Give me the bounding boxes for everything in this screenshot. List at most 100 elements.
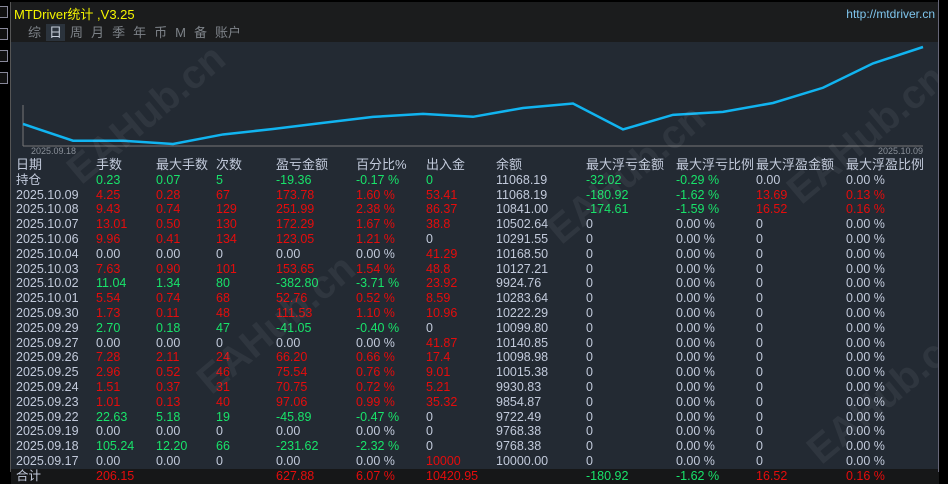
tab-9[interactable]: 账户: [212, 24, 244, 41]
website-link[interactable]: http://mtdriver.cn: [846, 7, 935, 21]
balance-chart: 2025.09.182025.10.09: [11, 42, 939, 158]
cell-11: 0.00 %: [846, 439, 885, 454]
table-row: 2025.09.241.510.373170.750.72 %5.219930.…: [11, 380, 939, 395]
cell-11: 0.00 %: [846, 306, 885, 321]
cell-8: -32.02: [586, 173, 621, 188]
cell-5: -3.71 %: [356, 276, 399, 291]
cell-5: 0.00 %: [356, 336, 395, 351]
cell-3: 68: [216, 291, 230, 306]
cell-3: 130: [216, 217, 237, 232]
table-row: 2025.10.0713.010.50130172.291.67 %38.810…: [11, 217, 939, 232]
cell-5: 0.52 %: [356, 291, 395, 306]
cell-1: 22.63: [96, 410, 127, 425]
cell-1: 13.01: [96, 217, 127, 232]
table-row: 2025.10.0211.041.3480-382.80-3.71 %23.92…: [11, 276, 939, 291]
cell-10: 0: [756, 262, 763, 277]
cell-0: 2025.09.17: [16, 454, 79, 469]
cell-6: 0: [426, 321, 433, 336]
cell-1: 4.25: [96, 188, 120, 203]
table-row: 2025.09.292.700.1847-41.05-0.40 %010099.…: [11, 321, 939, 336]
cell-7: 10099.80: [496, 321, 548, 336]
table-row: 2025.10.089.430.74129251.992.38 %86.3710…: [11, 202, 939, 217]
cell-9: 0.00 %: [676, 291, 715, 306]
cell-1: 7.28: [96, 350, 120, 365]
cell-3: 24: [216, 350, 230, 365]
cell-8: 0: [586, 380, 593, 395]
cell-11: 0.00 %: [846, 350, 885, 365]
cell-1: 手数: [96, 158, 122, 173]
cell-3: 0: [216, 336, 223, 351]
cell-7: 10291.55: [496, 232, 548, 247]
cell-6: 41.87: [426, 336, 457, 351]
cell-2: 2.11: [156, 350, 179, 365]
cell-3: 48: [216, 306, 230, 321]
tab-3[interactable]: 月: [88, 24, 107, 41]
cell-5: 0.99 %: [356, 395, 395, 410]
cell-6: 出入金: [426, 158, 465, 173]
cell-5: 1.60 %: [356, 188, 395, 203]
cell-4: 0.00: [276, 424, 300, 439]
indicator-icon[interactable]: [0, 72, 8, 84]
tab-1[interactable]: 日: [46, 24, 65, 41]
cell-4: -41.05: [276, 321, 311, 336]
cell-10: 0: [756, 454, 763, 469]
cell-4: 172.29: [276, 217, 314, 232]
cell-5: 0.00 %: [356, 424, 395, 439]
cell-5: 百分比%: [356, 158, 407, 173]
cell-8: 0: [586, 439, 593, 454]
stats-table: 日期手数最大手数次数盈亏金额百分比%出入金余额最大浮亏金额最大浮亏比例最大浮盈金…: [11, 158, 939, 484]
cell-8: 0: [586, 232, 593, 247]
cell-10: 0: [756, 410, 763, 425]
cell-0: 2025.10.07: [16, 217, 79, 232]
cell-2: 0.52: [156, 365, 180, 380]
cell-4: -19.36: [276, 173, 311, 188]
cell-7: 10168.50: [496, 247, 548, 262]
cell-5: 1.54 %: [356, 262, 395, 277]
cell-1: 0.00: [96, 424, 120, 439]
tab-4[interactable]: 季: [109, 24, 128, 41]
tab-0[interactable]: 综: [25, 24, 44, 41]
cell-8: 0: [586, 247, 593, 262]
cell-7: 10140.85: [496, 336, 548, 351]
minimize-icon[interactable]: [0, 6, 8, 18]
table-row: 2025.09.301.730.1148111.531.10 %10.96102…: [11, 306, 939, 321]
tab-7[interactable]: M: [172, 24, 189, 41]
chart-icon[interactable]: [0, 50, 8, 62]
total-row: 合计206.15627.886.07 %10420.95-180.92-1.62…: [11, 469, 939, 484]
x-start-label: 2025.09.18: [31, 146, 76, 156]
tab-5[interactable]: 年: [130, 24, 149, 41]
cell-10: 0: [756, 439, 763, 454]
cell-4: 75.54: [276, 365, 307, 380]
cell-6: 5.21: [426, 380, 450, 395]
tab-8[interactable]: 备: [191, 24, 210, 41]
cell-0: 2025.10.01: [16, 291, 79, 306]
cell-1: 9.96: [96, 232, 120, 247]
cell-10: 0: [756, 395, 763, 410]
settings-icon[interactable]: [0, 28, 8, 40]
cell-9: -1.62 %: [676, 469, 719, 484]
cell-9: 0.00 %: [676, 350, 715, 365]
cell-0: 2025.09.30: [16, 306, 79, 321]
cell-9: 0.00 %: [676, 336, 715, 351]
cell-7: 9768.38: [496, 424, 541, 439]
cell-4: 153.65: [276, 262, 314, 277]
tab-2[interactable]: 周: [67, 24, 86, 41]
panel-title: MTDriver统计 ,V3.25: [14, 4, 135, 23]
cell-11: 0.00 %: [846, 217, 885, 232]
cell-5: 1.10 %: [356, 306, 395, 321]
tab-6[interactable]: 币: [151, 24, 170, 41]
cell-9: -1.62 %: [676, 188, 719, 203]
cell-5: -0.40 %: [356, 321, 399, 336]
cell-9: -1.59 %: [676, 202, 719, 217]
cell-8: -174.61: [586, 202, 628, 217]
cell-8: 0: [586, 306, 593, 321]
table-row: 2025.09.267.282.112466.200.66 %17.410098…: [11, 350, 939, 365]
cell-9: 0.00 %: [676, 276, 715, 291]
cell-4: 251.99: [276, 202, 314, 217]
cell-0: 2025.10.02: [16, 276, 79, 291]
cell-6: 0: [426, 439, 433, 454]
cell-9: 0.00 %: [676, 380, 715, 395]
cell-11: 0.16 %: [846, 469, 885, 484]
cell-2: 0.11: [156, 306, 179, 321]
cell-6: 9.01: [426, 365, 450, 380]
